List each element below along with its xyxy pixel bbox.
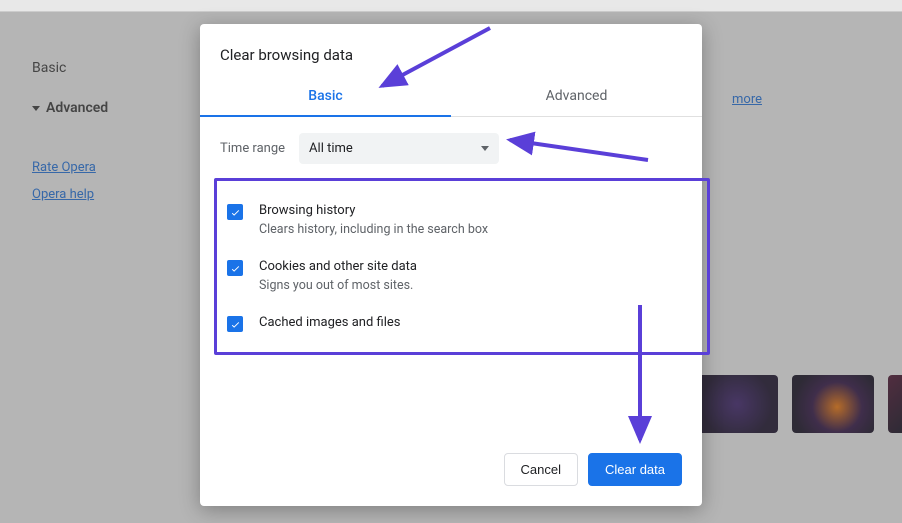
time-range-label: Time range: [220, 141, 285, 156]
check-icon: [230, 207, 241, 218]
dialog-tabs: Basic Advanced: [200, 78, 702, 117]
tab-advanced[interactable]: Advanced: [451, 78, 702, 116]
option-title: Cookies and other site data: [259, 259, 417, 274]
option-row-cached: Cached images and files: [227, 307, 697, 338]
time-range-row: Time range All time: [220, 133, 682, 164]
chevron-down-icon: [481, 146, 489, 151]
window-topbar: [0, 0, 902, 12]
option-desc: Signs you out of most sites.: [259, 278, 417, 293]
time-range-value: All time: [309, 141, 353, 156]
option-title: Cached images and files: [259, 315, 400, 330]
option-row-browsing-history: Browsing history Clears history, includi…: [227, 195, 697, 251]
option-title: Browsing history: [259, 203, 488, 218]
dialog-title: Clear browsing data: [200, 24, 702, 78]
options-highlight-box: Browsing history Clears history, includi…: [214, 178, 710, 355]
option-row-cookies: Cookies and other site data Signs you ou…: [227, 251, 697, 307]
check-icon: [230, 263, 241, 274]
clear-data-button[interactable]: Clear data: [588, 453, 682, 486]
checkbox-cookies[interactable]: [227, 260, 243, 276]
check-icon: [230, 319, 241, 330]
dialog-footer: Cancel Clear data: [200, 437, 702, 506]
clear-browsing-data-dialog: Clear browsing data Basic Advanced Time …: [200, 24, 702, 506]
dialog-body: Time range All time Browsing history Cle…: [200, 117, 702, 437]
checkbox-browsing-history[interactable]: [227, 204, 243, 220]
option-desc: Clears history, including in the search …: [259, 222, 488, 237]
cancel-button[interactable]: Cancel: [504, 453, 578, 486]
time-range-select[interactable]: All time: [299, 133, 499, 164]
tab-basic[interactable]: Basic: [200, 78, 451, 116]
checkbox-cached[interactable]: [227, 316, 243, 332]
